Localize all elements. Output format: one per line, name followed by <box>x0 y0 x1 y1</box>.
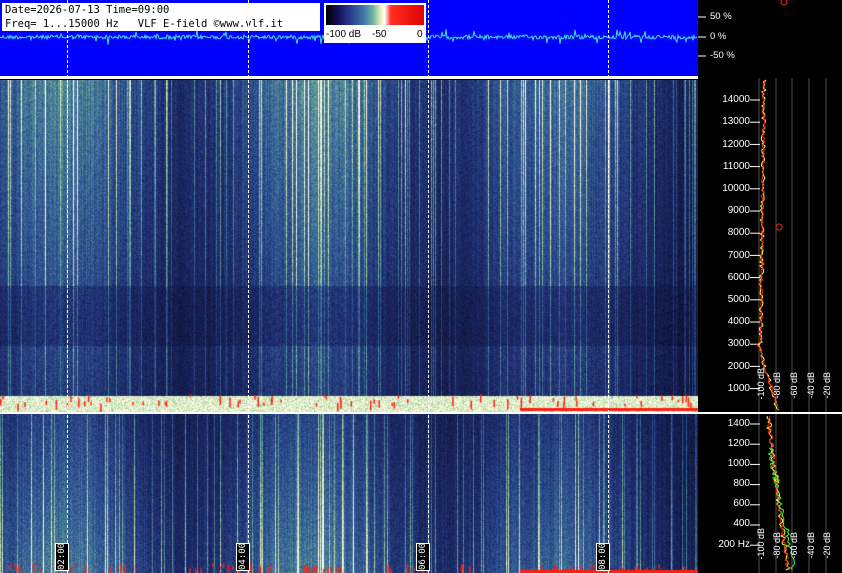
info-box: Date=2026-07-13 Time=09:00 Freq= 1...150… <box>2 3 320 31</box>
lower-frequency-axis: 1400 1200 1000 800 600 400 200 Hz <box>698 414 750 573</box>
freq-tick: 1000 <box>727 383 750 394</box>
upper-frequency-axis: 14000 13000 12000 11000 10000 9000 8000 … <box>698 78 750 412</box>
freq-tick: 3000 <box>727 338 750 349</box>
freq-tick: 11000 <box>722 161 750 172</box>
freq-tick: 14000 <box>722 94 750 105</box>
freq-tick: 1200 <box>727 438 750 449</box>
hour-gridline <box>248 0 249 573</box>
db-label: -40 dB <box>806 372 816 399</box>
amplitude-label-minus-50: -50 % <box>710 50 735 61</box>
amplitude-scale: 50 % 0 % -50 % <box>698 0 842 76</box>
freq-tick: 6000 <box>727 272 750 283</box>
date-time-text: Date=2026-07-13 Time=09:00 <box>5 4 170 16</box>
time-marker-0600: 06:00 <box>416 542 430 571</box>
hour-gridline <box>67 0 68 573</box>
colorbar-gradient <box>326 5 424 25</box>
spectrogram-lower <box>0 414 698 573</box>
spectrogram-upper <box>0 80 698 412</box>
db-label: -20 dB <box>822 532 832 559</box>
freq-tick: 5000 <box>727 294 750 305</box>
freq-tick: 800 <box>733 478 750 489</box>
hour-gridline <box>428 0 429 573</box>
freq-tick: 4000 <box>727 316 750 327</box>
db-label: -40 dB <box>806 532 816 559</box>
freq-tick: 9000 <box>727 205 750 216</box>
divider-bar <box>0 76 698 79</box>
spectrogram-upper-image <box>0 80 698 412</box>
amplitude-label-50: 50 % <box>710 11 732 22</box>
db-label: -100 dB <box>756 528 766 560</box>
freq-tick: 200 Hz <box>718 539 750 550</box>
db-label: -100 dB <box>756 368 766 400</box>
db-label: -20 dB <box>822 372 832 399</box>
db-label: -60 dB <box>789 532 799 559</box>
amplitude-label-0: 0 % <box>710 31 727 42</box>
db-label: -80 dB <box>772 372 782 399</box>
freq-tick: 10000 <box>722 183 750 194</box>
colorbar-label-max: 0 <box>417 29 423 40</box>
freq-tick: 8000 <box>727 227 750 238</box>
spectrogram-lower-image <box>0 414 698 573</box>
time-marker-0200: 02:00 <box>55 542 69 571</box>
freq-tick: 2000 <box>727 361 750 372</box>
freq-tick: 7000 <box>727 250 750 261</box>
freq-tick: 600 <box>733 498 750 509</box>
spectrum-panel: 14000 13000 12000 11000 10000 9000 8000 … <box>698 78 842 573</box>
db-label: -80 dB <box>772 532 782 559</box>
colorbar-label-mid: -50 <box>372 29 387 40</box>
db-label: -60 dB <box>789 372 799 399</box>
colorbar-label-min: -100 dB <box>326 29 362 40</box>
frequency-text: Freq= 1...15000 Hz VLF E-field ©www.vlf.… <box>5 18 284 30</box>
time-marker-0400: 04:00 <box>236 542 250 571</box>
colorbar-legend: -100 dB -50 0 <box>324 3 426 43</box>
waveform-panel: Date=2026-07-13 Time=09:00 Freq= 1...150… <box>0 0 698 76</box>
hour-gridline <box>608 0 609 573</box>
freq-tick: 13000 <box>722 116 750 127</box>
freq-tick: 400 <box>733 518 750 529</box>
freq-tick: 12000 <box>722 139 750 150</box>
time-marker-0800: 08:00 <box>596 542 610 571</box>
freq-tick: 1000 <box>727 458 750 469</box>
freq-tick: 1400 <box>727 418 750 429</box>
